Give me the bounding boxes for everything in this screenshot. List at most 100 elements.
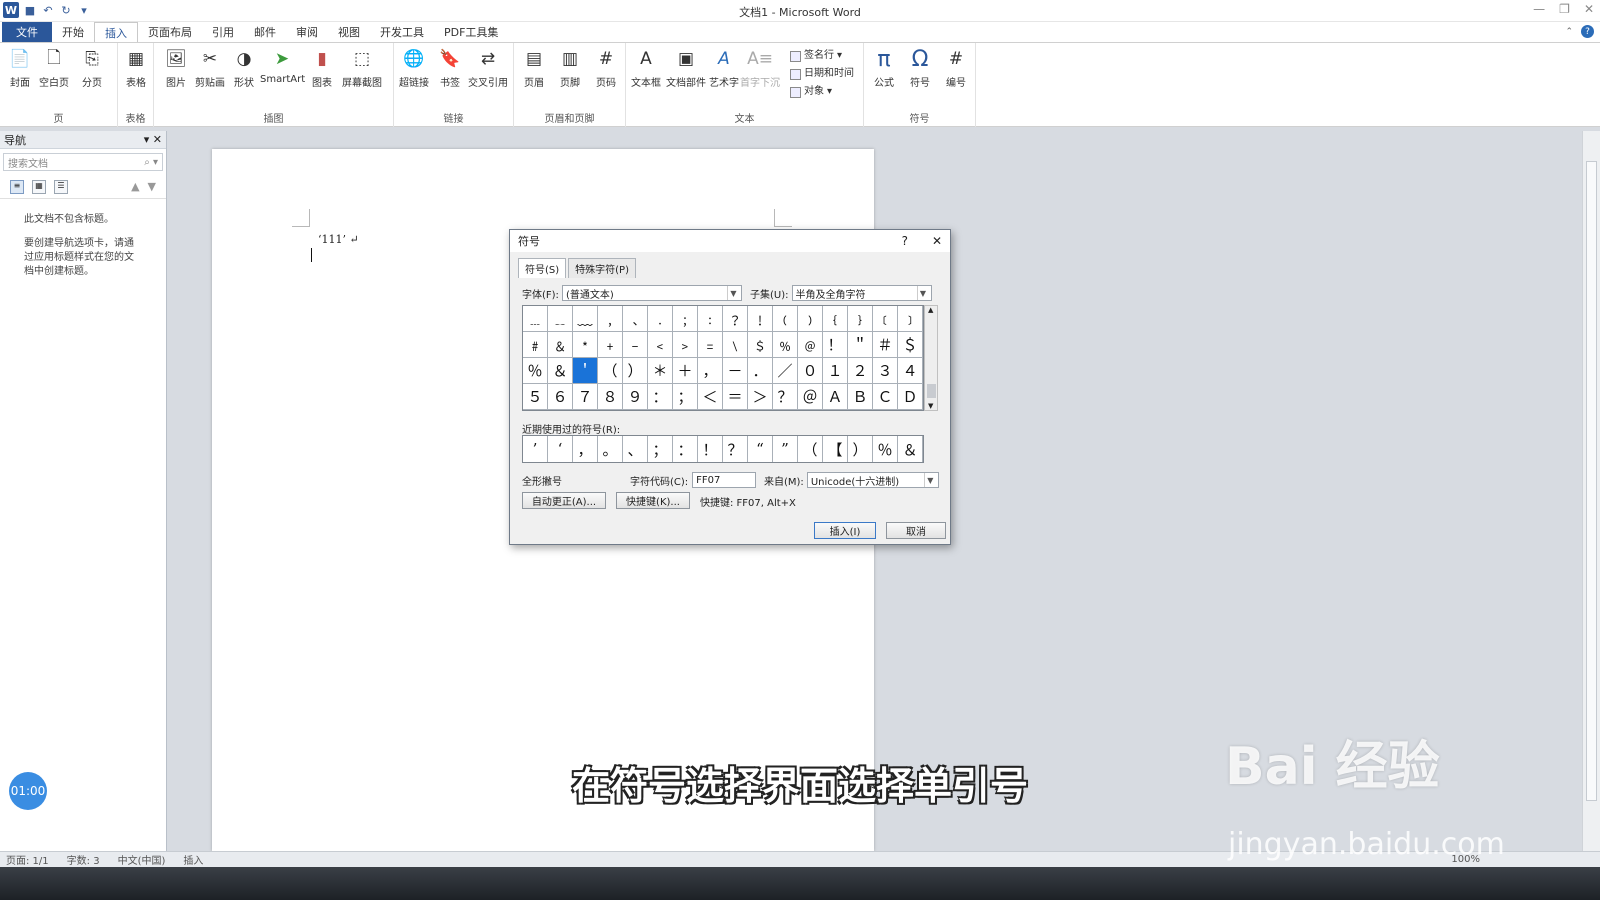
- nav-down-icon[interactable]: ▼: [148, 180, 156, 193]
- hyperlink-button[interactable]: 🌐 超链接: [398, 47, 430, 89]
- tab-page-layout[interactable]: 页面布局: [138, 22, 202, 42]
- symbol-cell[interactable]: Ｂ: [848, 384, 873, 410]
- minimize-icon[interactable]: —: [1533, 2, 1545, 16]
- symbol-cell[interactable]: ９: [623, 384, 648, 410]
- symbol-cell[interactable]: ﹍: [523, 306, 548, 332]
- tab-developer[interactable]: 开发工具: [370, 22, 434, 42]
- symbol-cell[interactable]: ／: [773, 358, 798, 384]
- recent-symbol-cell[interactable]: ；: [648, 436, 673, 462]
- tab-insert[interactable]: 插入: [94, 22, 138, 42]
- recent-symbol-cell[interactable]: ”: [773, 436, 798, 462]
- symbol-cell[interactable]: ﹜: [848, 306, 873, 332]
- symbol-cell[interactable]: ﹔: [673, 306, 698, 332]
- pages-view-icon[interactable]: ▦: [32, 179, 46, 194]
- insert-mode[interactable]: 插入: [183, 852, 203, 867]
- symbol-cell[interactable]: ﹖: [723, 306, 748, 332]
- symbol-cell[interactable]: ﹐: [598, 306, 623, 332]
- page-count[interactable]: 页面: 1/1: [6, 852, 49, 867]
- nav-menu-icon[interactable]: ▾: [144, 133, 150, 146]
- symbol-cell[interactable]: ﹣: [623, 332, 648, 358]
- symbol-cell[interactable]: ３: [873, 358, 898, 384]
- recent-symbol-cell[interactable]: ’: [523, 436, 548, 462]
- word-count[interactable]: 字数: 3: [67, 852, 100, 867]
- tab-file[interactable]: 文件: [2, 22, 52, 42]
- symbol-cell[interactable]: ）: [623, 358, 648, 384]
- symbol-cell[interactable]: ﹚: [798, 306, 823, 332]
- page-number-button[interactable]: # 页码: [590, 47, 622, 89]
- grid-scroll-thumb[interactable]: [927, 384, 936, 398]
- recent-symbol-cell[interactable]: 、: [623, 436, 648, 462]
- symbol-cell[interactable]: ﹒: [648, 306, 673, 332]
- symbol-cell[interactable]: ﹨: [723, 332, 748, 358]
- symbol-cell[interactable]: ．: [748, 358, 773, 384]
- symbol-cell[interactable]: ％: [523, 358, 548, 384]
- autocorrect-button[interactable]: 自动更正(A)...: [522, 492, 606, 509]
- vertical-scrollbar[interactable]: [1582, 131, 1600, 851]
- page-break-button[interactable]: ⎘ 分页: [76, 47, 108, 89]
- symbol-cell[interactable]: ２: [848, 358, 873, 384]
- symbol-cell[interactable]: Ｄ: [898, 384, 923, 410]
- symbol-cell[interactable]: ＆: [548, 358, 573, 384]
- symbol-cell[interactable]: Ｃ: [873, 384, 898, 410]
- symbol-cell[interactable]: ；: [673, 384, 698, 410]
- symbol-cell[interactable]: ﹪: [773, 332, 798, 358]
- symbol-cell[interactable]: ﹢: [598, 332, 623, 358]
- textbox-button[interactable]: A 文本框: [630, 47, 662, 89]
- symbol-cell[interactable]: ﹤: [648, 332, 673, 358]
- symbol-cell[interactable]: ﹑: [623, 306, 648, 332]
- char-code-input[interactable]: FF07: [692, 472, 757, 488]
- symbol-cell[interactable]: ６: [548, 384, 573, 410]
- symbol-cell[interactable]: ＜: [698, 384, 723, 410]
- recent-symbol-cell[interactable]: ＆: [898, 436, 923, 462]
- symbol-cell[interactable]: （: [598, 358, 623, 384]
- symbol-cell[interactable]: ﹡: [573, 332, 598, 358]
- nav-up-icon[interactable]: ▲: [131, 180, 139, 193]
- dropcap-button[interactable]: A≡ 首字下沉: [740, 47, 780, 89]
- chevron-down-icon[interactable]: ▼: [726, 286, 739, 300]
- tab-view[interactable]: 视图: [328, 22, 370, 42]
- symbol-cell[interactable]: ＂: [848, 332, 873, 358]
- bookmark-button[interactable]: 🔖 书签: [434, 47, 466, 89]
- tab-references[interactable]: 引用: [202, 22, 244, 42]
- language[interactable]: 中文(中国): [118, 852, 166, 867]
- symbol-cell[interactable]: ，: [698, 358, 723, 384]
- blank-page-button[interactable]: 🗋 空白页: [38, 47, 70, 90]
- shapes-button[interactable]: ◑ 形状: [228, 47, 260, 89]
- results-view-icon[interactable]: ☰: [54, 179, 68, 194]
- scroll-thumb[interactable]: [1586, 161, 1597, 801]
- recent-symbol-cell[interactable]: ？: [723, 436, 748, 462]
- symbol-cell[interactable]: ﹦: [698, 332, 723, 358]
- symbol-button[interactable]: Ω 符号: [904, 47, 936, 90]
- recent-symbol-cell[interactable]: ）: [848, 436, 873, 462]
- symbol-cell[interactable]: ＋: [673, 358, 698, 384]
- chart-button[interactable]: ▮ 图表: [306, 47, 338, 89]
- chevron-down-icon[interactable]: ▼: [916, 286, 929, 300]
- wordart-button[interactable]: A 艺术字: [708, 47, 740, 89]
- symbol-cell[interactable]: ﹟: [523, 332, 548, 358]
- symbol-cell[interactable]: ＠: [798, 384, 823, 410]
- headings-view-icon[interactable]: ≡: [10, 179, 24, 194]
- numbering-button[interactable]: # 编号: [940, 47, 972, 89]
- signature-line-button[interactable]: 签名行 ▾: [790, 47, 854, 65]
- cancel-button[interactable]: 取消: [886, 522, 946, 539]
- footer-button[interactable]: ▥ 页脚: [554, 47, 586, 89]
- recent-symbol-cell[interactable]: ％: [873, 436, 898, 462]
- header-button[interactable]: ▤ 页眉: [518, 47, 550, 89]
- symbol-cell[interactable]: －: [723, 358, 748, 384]
- recent-symbol-cell[interactable]: 。: [598, 436, 623, 462]
- tab-symbols[interactable]: 符号(S): [518, 258, 567, 278]
- symbol-cell[interactable]: ０: [798, 358, 823, 384]
- nav-close-icon[interactable]: ✕: [153, 133, 162, 146]
- recent-symbol-cell[interactable]: 【: [823, 436, 848, 462]
- nav-search-input[interactable]: 搜索文档 ⌕ ▾: [3, 153, 163, 171]
- symbol-cell[interactable]: ＄: [898, 332, 923, 358]
- shortcut-key-button[interactable]: 快捷键(K)...: [616, 492, 690, 509]
- chevron-down-icon[interactable]: ▼: [923, 473, 936, 487]
- dialog-help-icon[interactable]: ?: [902, 234, 908, 248]
- tab-special-characters[interactable]: 特殊字符(P): [568, 258, 636, 278]
- symbol-cell[interactable]: ＊: [648, 358, 673, 384]
- help-icon[interactable]: ?: [1581, 25, 1594, 38]
- symbol-cell[interactable]: ７: [573, 384, 598, 410]
- symbol-cell[interactable]: ﹞: [898, 306, 923, 332]
- symbol-cell[interactable]: ：: [648, 384, 673, 410]
